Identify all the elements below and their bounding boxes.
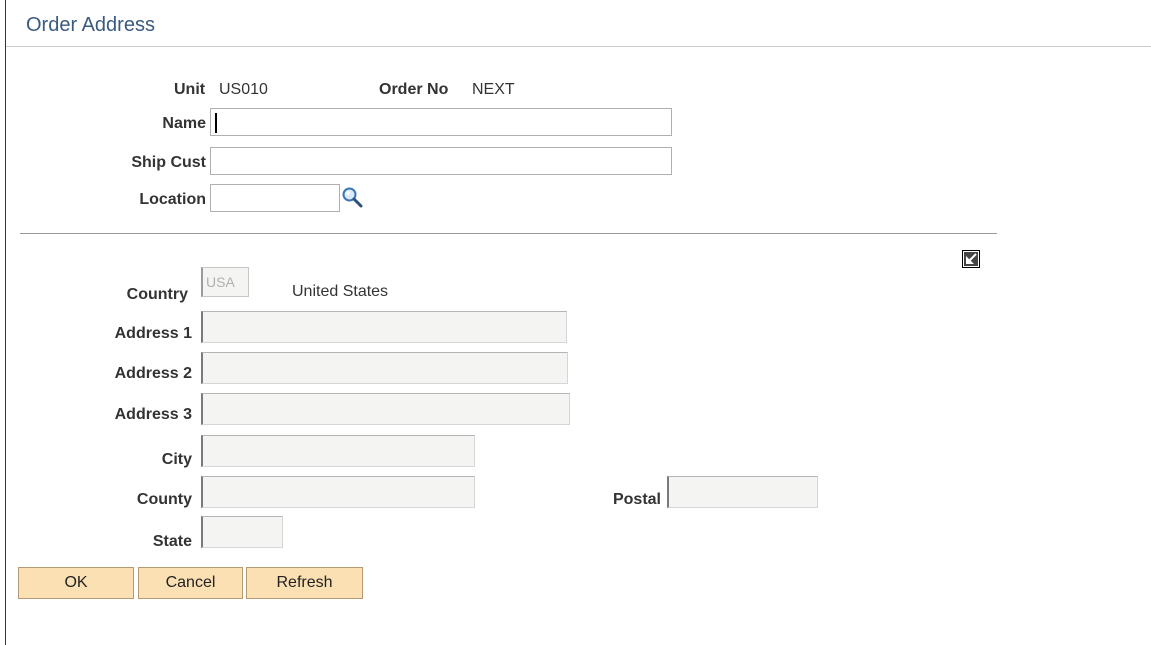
- section-divider: [20, 233, 997, 234]
- address1-label: Address 1: [114, 325, 192, 342]
- address2-field[interactable]: [201, 352, 568, 384]
- postal-field[interactable]: [667, 476, 818, 508]
- search-icon[interactable]: [341, 186, 363, 208]
- page-left-border: [5, 0, 6, 645]
- name-field[interactable]: [210, 108, 672, 136]
- country-label: Country: [126, 286, 188, 303]
- address1-field[interactable]: [201, 311, 567, 343]
- address2-label: Address 2: [114, 365, 192, 382]
- country-field[interactable]: [201, 267, 249, 297]
- unit-label: Unit: [174, 81, 206, 98]
- refresh-button[interactable]: Refresh: [246, 567, 363, 599]
- ship-cust-field[interactable]: [210, 147, 672, 175]
- location-label: Location: [139, 191, 206, 208]
- state-label: State: [152, 533, 192, 550]
- state-field[interactable]: [201, 516, 283, 548]
- order-no-label: Order No: [379, 81, 449, 98]
- order-no-value: NEXT: [472, 81, 515, 98]
- country-name: United States: [292, 283, 389, 300]
- name-label: Name: [162, 115, 206, 132]
- location-field[interactable]: [210, 184, 340, 212]
- unit-value: US010: [219, 81, 268, 98]
- expand-window-icon[interactable]: [962, 250, 980, 268]
- text-cursor: [215, 113, 217, 133]
- postal-label: Postal: [612, 491, 661, 508]
- cancel-button[interactable]: Cancel: [138, 567, 243, 599]
- ship-cust-label: Ship Cust: [131, 154, 206, 171]
- address3-label: Address 3: [114, 406, 192, 423]
- county-label: County: [136, 491, 192, 508]
- address3-field[interactable]: [201, 393, 570, 425]
- ok-button[interactable]: OK: [18, 567, 134, 599]
- city-label: City: [161, 451, 192, 468]
- title-divider: [6, 46, 1151, 47]
- city-field[interactable]: [201, 435, 475, 467]
- page-title: Order Address: [26, 14, 155, 36]
- county-field[interactable]: [201, 476, 475, 508]
